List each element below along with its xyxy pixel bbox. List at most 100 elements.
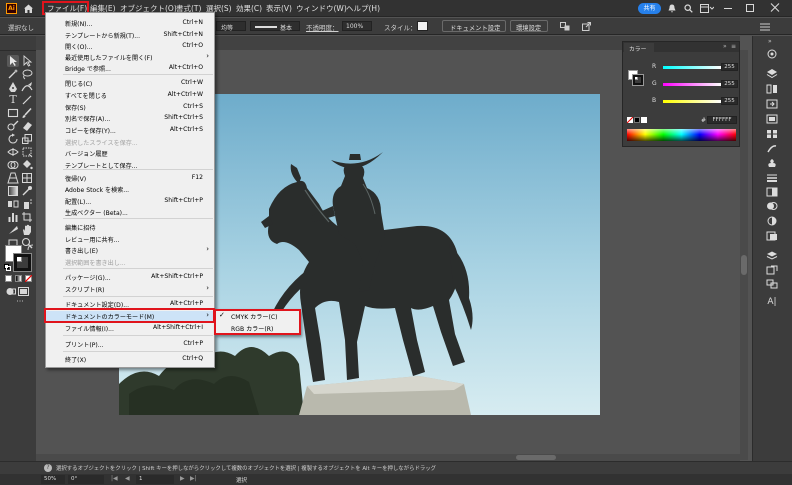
file-menu-item[interactable]: スクリプト(R) › bbox=[46, 284, 214, 295]
color-panel-icon[interactable] bbox=[766, 114, 778, 124]
brushes-panel-icon[interactable] bbox=[766, 144, 778, 154]
swap-fill-stroke-icon[interactable] bbox=[27, 244, 34, 251]
default-colors-icon[interactable] bbox=[4, 264, 11, 271]
artboard-tool-icon[interactable] bbox=[21, 211, 33, 223]
gradient-mode-button[interactable] bbox=[15, 275, 22, 282]
pen-tool-icon[interactable] bbox=[7, 81, 19, 93]
file-menu-item[interactable]: テンプレートから新規(T)... Shift+Ctrl+N bbox=[46, 30, 214, 41]
channel-b-input[interactable]: 255 bbox=[721, 97, 738, 105]
live-paint-bucket-icon[interactable] bbox=[21, 159, 33, 171]
opacity-label[interactable]: 不透明度： bbox=[306, 22, 339, 32]
brush-dropdown[interactable]: 基本 bbox=[250, 21, 300, 32]
file-menu-item[interactable]: Bridge で参照... Alt+Ctrl+O bbox=[46, 63, 214, 74]
file-menu-item[interactable]: 閉じる(C) Ctrl+W bbox=[46, 78, 214, 89]
edit-toolbar-icon[interactable]: ··· bbox=[14, 298, 26, 306]
properties-panel-icon[interactable] bbox=[766, 49, 778, 59]
last-artboard-button[interactable]: ▶| bbox=[190, 475, 197, 482]
panel-collapse-icon[interactable]: » bbox=[723, 43, 727, 50]
mesh-tool-icon[interactable] bbox=[21, 172, 33, 184]
links-panel-icon[interactable] bbox=[766, 279, 778, 289]
next-artboard-button[interactable]: ▶ bbox=[180, 475, 185, 482]
width-tool-icon[interactable] bbox=[7, 146, 19, 158]
symbols-panel-icon[interactable] bbox=[766, 158, 778, 168]
horizontal-scroll-thumb[interactable] bbox=[516, 455, 556, 460]
dock-collapse-icon[interactable]: » bbox=[768, 38, 772, 45]
style-swatch[interactable] bbox=[417, 21, 428, 31]
file-menu-item[interactable]: ファイル情報(I)... Alt+Shift+Ctrl+I bbox=[46, 323, 214, 334]
channel-r-input[interactable]: 255 bbox=[721, 63, 738, 71]
file-menu-item[interactable]: 最近使用したファイルを開く(F) › bbox=[46, 52, 214, 63]
shape-builder-tool-icon[interactable] bbox=[7, 159, 19, 171]
artboards-panel-icon[interactable] bbox=[766, 265, 778, 275]
file-menu-item[interactable]: コピーを保存(Y)... Alt+Ctrl+S bbox=[46, 125, 214, 136]
channel-g-slider[interactable] bbox=[663, 83, 721, 86]
blend-tool-icon[interactable] bbox=[7, 198, 19, 210]
magic-wand-tool-icon[interactable] bbox=[7, 68, 19, 80]
color-mode-button[interactable] bbox=[5, 275, 12, 282]
selection-tool-icon[interactable] bbox=[7, 55, 19, 67]
hex-input[interactable]: FFFFFF bbox=[707, 116, 737, 124]
shaper-tool-icon[interactable] bbox=[7, 120, 19, 132]
none-swatch[interactable] bbox=[627, 117, 633, 123]
vertical-scroll-thumb[interactable] bbox=[741, 255, 747, 275]
stroke-profile-dropdown[interactable]: 均等 bbox=[216, 21, 246, 32]
minimize-button[interactable] bbox=[724, 8, 732, 9]
artboard-number-input[interactable]: 1 bbox=[136, 475, 174, 484]
graphic-styles-panel-icon[interactable] bbox=[766, 231, 778, 241]
screen-mode-icon[interactable] bbox=[18, 287, 29, 296]
character-panel-icon[interactable]: A| bbox=[766, 297, 778, 307]
panel-menu-icon[interactable] bbox=[760, 22, 770, 31]
file-menu-item[interactable]: 書き出し(E) › bbox=[46, 245, 214, 256]
rectangle-tool-icon[interactable] bbox=[7, 107, 19, 119]
curvature-tool-icon[interactable] bbox=[21, 81, 33, 93]
eraser-tool-icon[interactable] bbox=[21, 120, 33, 132]
file-menu-item[interactable]: 復帰(V) F12 bbox=[46, 173, 214, 184]
close-window-button[interactable] bbox=[770, 2, 780, 13]
first-artboard-button[interactable]: |◀ bbox=[111, 475, 118, 482]
stroke-swatch-large[interactable] bbox=[632, 74, 644, 86]
menu-effect[interactable]: 効果(C) bbox=[236, 3, 262, 14]
horizontal-scrollbar[interactable] bbox=[36, 454, 740, 461]
scale-tool-icon[interactable] bbox=[21, 133, 33, 145]
gradient-tool-icon[interactable] bbox=[7, 185, 19, 197]
slice-tool-icon[interactable] bbox=[7, 224, 19, 236]
zoom-dropdown[interactable]: 50% bbox=[41, 475, 65, 484]
symbol-sprayer-tool-icon[interactable] bbox=[21, 198, 33, 210]
panel-options-icon[interactable]: ≡ bbox=[731, 43, 736, 50]
rotation-dropdown[interactable]: 0° bbox=[68, 475, 104, 484]
stroke-swatch[interactable] bbox=[13, 253, 32, 272]
lasso-tool-icon[interactable] bbox=[21, 68, 33, 80]
appearance-panel-icon[interactable] bbox=[766, 216, 778, 226]
maximize-button[interactable] bbox=[746, 4, 754, 12]
home-icon[interactable] bbox=[23, 3, 34, 14]
black-swatch[interactable] bbox=[634, 117, 640, 123]
hand-tool-icon[interactable] bbox=[21, 224, 33, 236]
preferences-button[interactable]: 環境設定 bbox=[510, 20, 548, 32]
file-menu-item[interactable]: パッケージ(G)... Alt+Shift+Ctrl+P bbox=[46, 272, 214, 283]
share-export-icon[interactable] bbox=[582, 22, 591, 31]
share-button[interactable]: 共有 bbox=[638, 3, 661, 14]
file-menu-item[interactable]: 終了(X) Ctrl+Q bbox=[46, 354, 214, 365]
file-menu-item[interactable]: Adobe Stock を検索... bbox=[46, 184, 214, 195]
draw-mode-icon[interactable] bbox=[6, 287, 16, 296]
rotate-tool-icon[interactable] bbox=[7, 133, 19, 145]
file-menu-item[interactable]: すべてを閉じる Alt+Ctrl+W bbox=[46, 90, 214, 101]
transparency-panel-icon[interactable] bbox=[766, 201, 778, 211]
channel-g-input[interactable]: 255 bbox=[721, 80, 738, 88]
vertical-scrollbar[interactable] bbox=[740, 50, 748, 460]
workspace-switcher-icon[interactable] bbox=[700, 4, 715, 13]
layers-stack-icon[interactable] bbox=[766, 251, 778, 261]
file-menu-item[interactable]: 保存(S) Ctrl+S bbox=[46, 102, 214, 113]
file-menu-item[interactable]: 別名で保存(A)... Shift+Ctrl+S bbox=[46, 113, 214, 124]
file-menu-item[interactable]: 新規(N)... Ctrl+N bbox=[46, 18, 214, 29]
channel-r-slider[interactable] bbox=[663, 66, 721, 69]
channel-b-slider[interactable] bbox=[663, 100, 721, 103]
file-menu-item[interactable]: 配置(L)... Shift+Ctrl+P bbox=[46, 196, 214, 207]
free-transform-tool-icon[interactable] bbox=[21, 146, 33, 158]
menu-window[interactable]: ウィンドウ(W) bbox=[296, 3, 347, 14]
arrange-icon[interactable] bbox=[560, 22, 570, 31]
search-icon[interactable] bbox=[684, 4, 693, 13]
gradient-panel-icon[interactable] bbox=[766, 187, 778, 197]
file-menu-item[interactable]: バージョン履歴 bbox=[46, 148, 214, 159]
asset-export-icon[interactable] bbox=[766, 99, 778, 109]
